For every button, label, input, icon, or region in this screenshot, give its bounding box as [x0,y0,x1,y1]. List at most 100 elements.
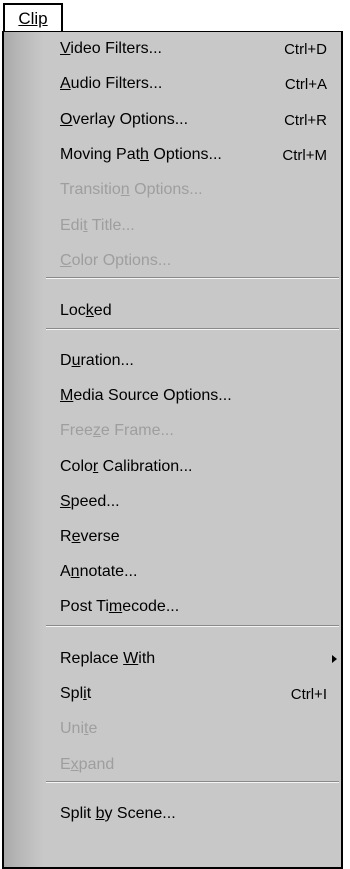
menu-item-transition-options[interactable]: Transition Options... [60,173,343,207]
menu-item-post-timecode[interactable]: Post Timecode... [60,590,343,624]
clip-menu-title-label: Clip [18,8,48,28]
menu-item-expand[interactable]: Expand [60,748,343,782]
menu-item-edit-title[interactable]: Edit Title... [60,209,343,243]
menu-item-label: Color Options... [60,252,343,270]
menu-item-label-text: A [60,563,71,580]
menu-item-label: Transition Options... [60,181,343,199]
menu-item-label-text: Uni [60,720,85,737]
menu-item-label-text: ecode... [122,598,180,615]
menu-item-audio-filters[interactable]: Audio Filters... Ctrl+A [60,67,343,101]
menu-item-label-text: Spl [60,685,84,702]
clip-dropdown-panel: Video Filters... Ctrl+D Audio Filters... Ct… [2,31,343,869]
menu-item-mnemonic: h [140,146,149,163]
menu-item-mnemonic: V [60,40,71,57]
menu-item-label-text: Calibration... [98,458,193,475]
menu-item-label-text: Post Ti [60,598,109,615]
menu-item-label-text: Options... [129,181,203,198]
menu-bar: Clip [0,0,350,33]
menu-item-label-text: Loc [60,302,86,319]
menu-item-shortcut: Ctrl+R [284,111,327,129]
menu-separator [46,277,339,279]
menu-item-reverse[interactable]: Reverse [60,520,343,554]
menu-item-shortcut: Ctrl+M [282,146,327,164]
menu-item-locked[interactable]: Locked [60,294,343,328]
menu-item-mnemonic: k [85,302,94,319]
menu-item-mnemonic: M [60,387,74,404]
menu-item-color-options[interactable]: Color Options... [60,244,343,278]
menu-item-mnemonic: n [70,563,80,580]
menu-item-replace-with[interactable]: Replace With [60,642,343,676]
menu-item-label-text: udio Filters... [70,75,163,92]
menu-item-label-text: Transitio [60,181,121,198]
menu-item-label-text: ideo Filters... [70,40,162,57]
menu-item-overlay-options[interactable]: Overlay Options... Ctrl+R [60,103,343,137]
menu-item-label-text: verse [80,528,120,545]
submenu-arrow-icon [332,655,337,663]
menu-item-label: Color Calibration... [60,458,343,476]
menu-item-mnemonic: n [120,181,130,198]
menu-item-freeze-frame[interactable]: Freeze Frame... [60,414,343,448]
menu-item-shortcut: Ctrl+D [284,40,327,58]
menu-item-mnemonic: z [92,422,101,439]
menu-gutter [4,32,44,867]
menu-item-mnemonic: A [60,75,71,92]
menu-item-label: Annotate... [60,563,343,581]
menu-item-video-filters[interactable]: Video Filters... Ctrl+D [60,32,343,66]
menu-item-label-text: olor Options... [71,252,172,269]
menu-item-label-text: D [60,352,72,369]
menu-item-label-text: peed... [70,493,120,510]
menu-item-label-text: R [60,528,72,545]
menu-item-label-text: edia Source Options... [73,387,232,404]
menu-item-label-text: Title... [87,217,135,234]
menu-separator [46,328,339,330]
menu-item-label: Expand [60,756,343,774]
menu-item-label: Reverse [60,528,343,546]
menu-item-label-text: t [86,685,92,702]
menu-item-mnemonic: W [123,650,139,667]
menu-item-label: Replace With [60,650,343,668]
menu-item-annotate[interactable]: Annotate... [60,555,343,589]
menu-item-label-text: e Frame... [100,422,174,439]
menu-item-color-calibration[interactable]: Color Calibration... [60,450,343,484]
menu-item-speed[interactable]: Speed... [60,485,343,519]
menu-item-media-source-options[interactable]: Media Source Options... [60,379,343,413]
menu-item-label-text: notate... [79,563,138,580]
menu-item-split[interactable]: Split Ctrl+I [60,677,343,711]
menu-item-mnemonic: x [70,756,79,773]
menu-item-label-text: Free [60,422,93,439]
menu-item-label-text: ration... [80,352,134,369]
clip-menu-window: Clip Video Filters... Ctrl+D Audio Filters… [0,0,350,869]
menu-item-label: Unite [60,720,343,738]
menu-item-mnemonic: C [60,252,72,269]
menu-item-label-text: pand [78,756,115,773]
menu-item-label-text: Options... [148,146,222,163]
menu-item-label-text: Colo [60,458,93,475]
menu-item-label-text: y Scene... [104,805,176,822]
menu-item-label: Media Source Options... [60,387,343,405]
menu-item-mnemonic: O [60,111,73,128]
menu-separator [46,625,339,627]
menu-item-label-text: e [88,720,98,737]
menu-item-label: Freeze Frame... [60,422,343,440]
menu-item-label: Post Timecode... [60,598,343,616]
menu-item-label-text: ith [138,650,156,667]
clip-menu-title[interactable]: Clip [3,3,63,32]
menu-item-label: Duration... [60,352,343,370]
menu-item-label-text: Replace [60,650,124,667]
menu-item-label: Edit Title... [60,217,343,235]
menu-item-label-text: E [60,756,71,773]
menu-item-duration[interactable]: Duration... [60,344,343,378]
menu-item-mnemonic: S [60,493,71,510]
menu-item-label-text: verlay Options... [72,111,189,128]
menu-item-label-text: ed [93,302,112,319]
menu-item-label-text: Edi [60,217,84,234]
menu-item-split-by-scene[interactable]: Split by Scene... [60,797,343,831]
menu-item-mnemonic: m [108,598,123,615]
menu-item-label: Speed... [60,493,343,511]
menu-item-label-text: Moving Pat [60,146,141,163]
menu-item-shortcut: Ctrl+A [284,75,327,93]
menu-item-unite[interactable]: Unite [60,712,343,746]
menu-item-label: Split by Scene... [60,805,343,823]
menu-item-label: Locked [60,302,343,320]
menu-item-moving-path-options[interactable]: Moving Path Options... Ctrl+M [60,138,343,172]
